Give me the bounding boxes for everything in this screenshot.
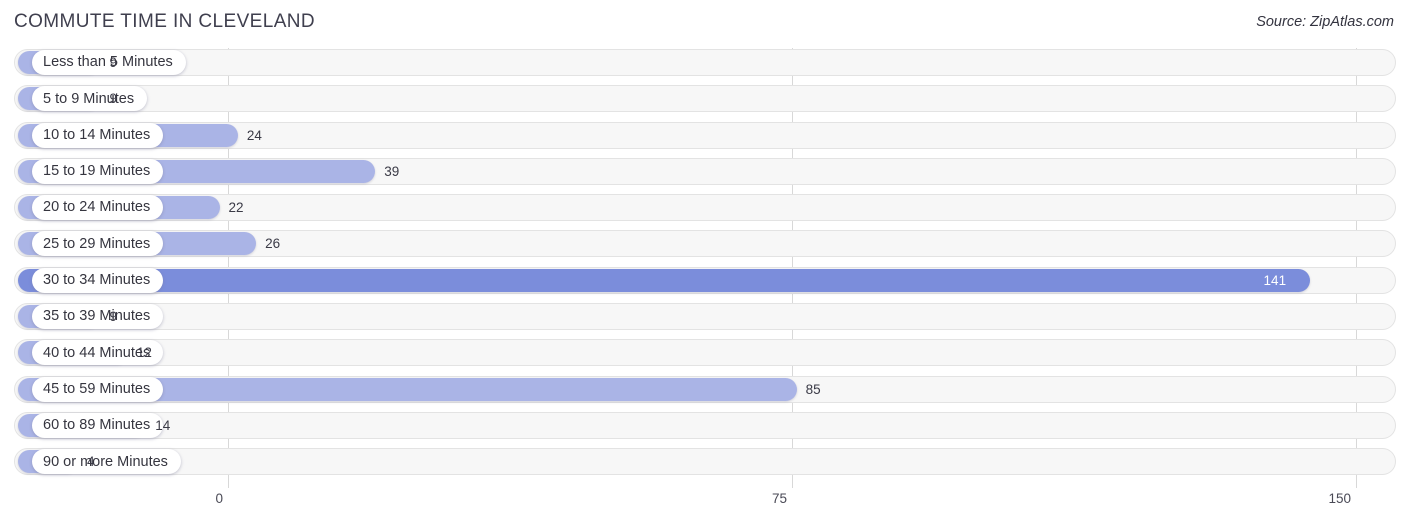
bar-track	[14, 448, 1396, 476]
category-label-pill: 30 to 34 Minutes	[32, 267, 164, 293]
bar-value: 9	[109, 55, 117, 70]
category-label: Less than 5 Minutes	[43, 54, 173, 71]
bar-value: 85	[805, 381, 821, 397]
bar-row[interactable]: 35 to 39 Minutes 9	[0, 302, 1406, 332]
bar-rows: Less than 5 Minutes 9 5 to 9 Minutes 9 10 to…	[0, 48, 1406, 484]
category-label: 30 to 34 Minutes	[43, 272, 151, 289]
bar-value: 4	[87, 454, 95, 470]
category-label-pill: 5 to 9 Minutes	[32, 86, 148, 112]
category-label-pill: 60 to 89 Minutes	[32, 412, 164, 438]
bar-row[interactable]: 15 to 19 Minutes 39	[0, 157, 1406, 187]
bar-track	[14, 303, 1396, 331]
bar-row[interactable]: 90 or more Minutes 4	[0, 447, 1406, 477]
bar-value: 24	[246, 127, 262, 143]
x-axis: 0 75 150	[0, 488, 1406, 523]
category-label-pill: 10 to 14 Minutes	[32, 122, 164, 148]
bar-value: 9	[109, 91, 117, 107]
category-label: 20 to 24 Minutes	[43, 199, 151, 216]
x-axis-tick-label: 0	[215, 491, 223, 506]
bar-value: 14	[155, 417, 171, 433]
bar-value-inside: 141	[1263, 272, 1287, 288]
bar-value: 9	[109, 309, 117, 325]
bar-value: 12	[136, 345, 152, 361]
category-label-pill: 20 to 24 Minutes	[32, 195, 164, 221]
bar-row[interactable]: 30 to 34 Minutes 141	[0, 266, 1406, 296]
category-label-pill: 45 to 59 Minutes	[32, 376, 164, 402]
category-label: 25 to 29 Minutes	[43, 235, 151, 252]
category-label: 60 to 89 Minutes	[43, 417, 151, 434]
bar-value: 26	[265, 236, 281, 252]
chart-header: COMMUTE TIME IN CLEVELAND Source: ZipAtl…	[0, 0, 1406, 44]
page-title: COMMUTE TIME IN CLEVELAND	[14, 11, 316, 32]
bar[interactable]	[18, 268, 1310, 292]
bar-row[interactable]: 25 to 29 Minutes 26	[0, 229, 1406, 259]
bar-row[interactable]: Less than 5 Minutes 9	[0, 48, 1406, 78]
bar-row[interactable]: 5 to 9 Minutes 9	[0, 84, 1406, 114]
category-label: 10 to 14 Minutes	[43, 126, 151, 143]
category-label: 40 to 44 Minutes	[43, 344, 151, 361]
bar-track	[14, 339, 1396, 367]
bar-value: 22	[228, 200, 244, 216]
category-label: 5 to 9 Minutes	[43, 90, 135, 107]
category-label-pill: 15 to 19 Minutes	[32, 158, 164, 184]
category-label: 35 to 39 Minutes	[43, 308, 151, 325]
category-label-pill: 90 or more Minutes	[32, 449, 181, 475]
bar-value: 39	[384, 163, 400, 179]
category-label: 45 to 59 Minutes	[43, 380, 151, 397]
bar-row[interactable]: 10 to 14 Minutes 24	[0, 121, 1406, 151]
bar-row[interactable]: 20 to 24 Minutes 22	[0, 193, 1406, 223]
category-label: 15 to 19 Minutes	[43, 163, 151, 180]
bar-track	[14, 411, 1396, 439]
chart-plot-area: Less than 5 Minutes 9 5 to 9 Minutes 9 10 to…	[0, 48, 1406, 488]
category-label-pill: 35 to 39 Minutes	[32, 304, 164, 330]
x-axis-tick-label: 150	[1328, 491, 1351, 506]
category-label-pill: 25 to 29 Minutes	[32, 231, 164, 257]
x-axis-tick-label: 75	[771, 491, 787, 506]
bar-row[interactable]: 60 to 89 Minutes 14	[0, 411, 1406, 441]
bar-track	[14, 85, 1396, 113]
source-attribution: Source: ZipAtlas.com	[1256, 14, 1394, 30]
bar-track	[14, 194, 1396, 222]
bar-track	[14, 49, 1396, 76]
category-label: 90 or more Minutes	[43, 453, 168, 470]
bar-row[interactable]: 45 to 59 Minutes 85	[0, 375, 1406, 405]
bar-row[interactable]: 40 to 44 Minutes 12	[0, 338, 1406, 368]
